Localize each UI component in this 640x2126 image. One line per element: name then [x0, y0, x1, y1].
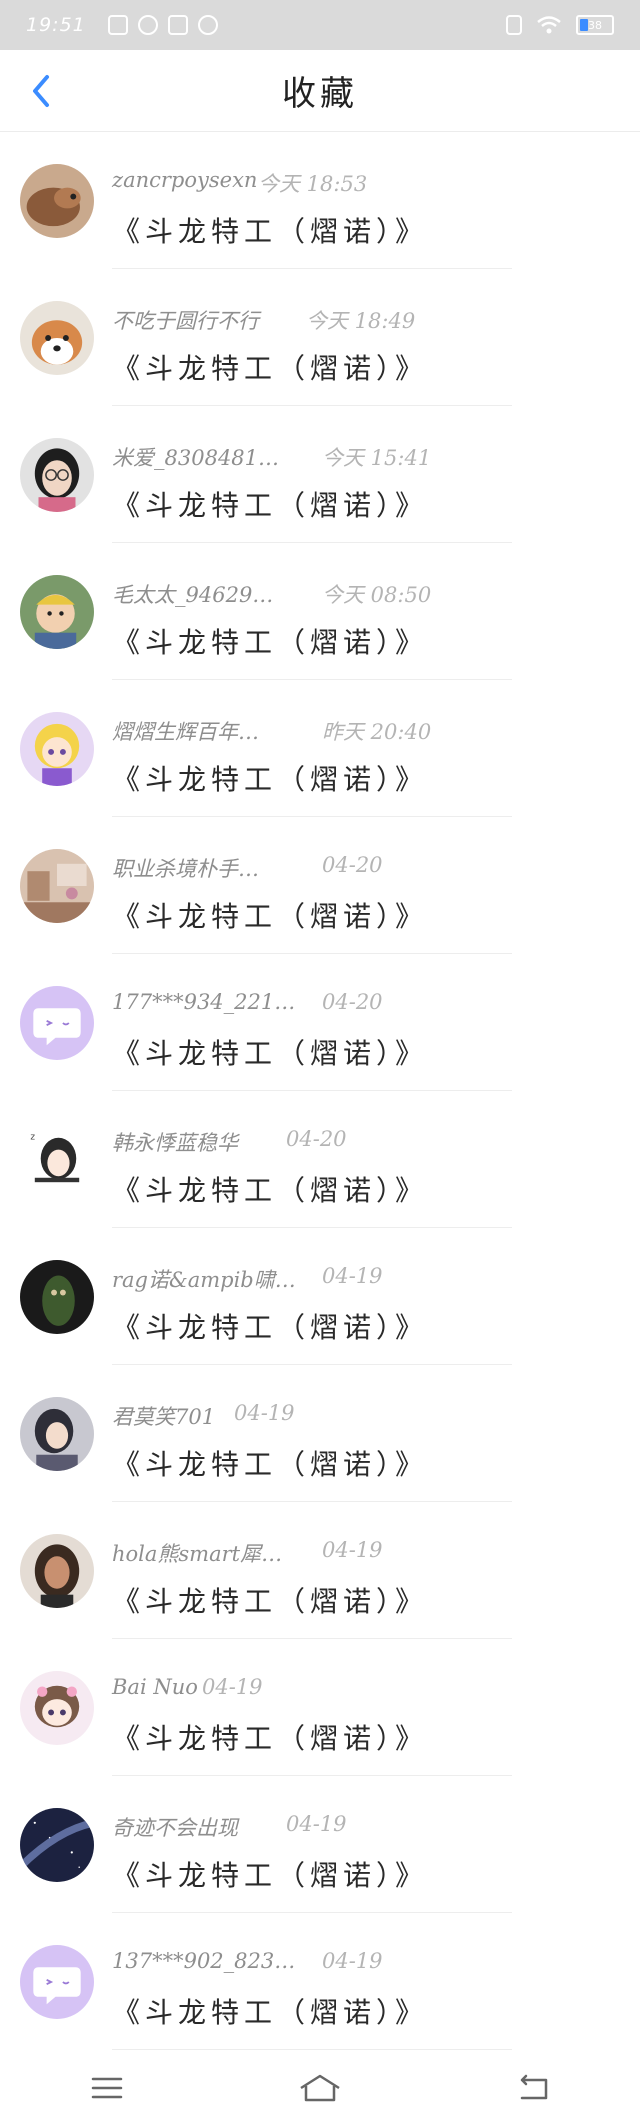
timestamp: 今天 18:49 [306, 309, 416, 333]
avatar[interactable] [20, 438, 94, 512]
user-name: hola熊smart犀… [112, 1542, 283, 1566]
favorite-title: 《斗龙特工（熠诺）》 [112, 1996, 429, 2029]
sim-icon [506, 15, 522, 35]
timestamp: 今天 08:50 [322, 583, 432, 607]
user-name: 韩永悸蓝稳华 [112, 1131, 238, 1155]
favorite-title: 《斗龙特工（熠诺）》 [112, 1037, 429, 1070]
home-icon [300, 2074, 340, 2102]
avatar[interactable] [20, 1945, 94, 2019]
avatar[interactable]: z [20, 1123, 94, 1197]
chevron-left-icon [33, 75, 49, 107]
user-name: 不吃于圆行不行 [112, 309, 259, 333]
svg-text:z: z [30, 1132, 35, 1142]
user-name: Bai Nuo [112, 1675, 198, 1699]
avatar[interactable] [20, 1397, 94, 1471]
list-item[interactable]: 奇迹不会出现 04-19 《斗龙特工（熠诺）》 [0, 1776, 640, 1913]
wechat-icon [137, 15, 158, 35]
favorite-title: 《斗龙特工（熠诺）》 [112, 626, 429, 659]
timestamp: 04-20 [322, 990, 383, 1014]
list-item[interactable]: 熠熠生辉百年… 昨天 20:40 《斗龙特工（熠诺）》 [0, 680, 640, 817]
battery-level: 38 [588, 18, 602, 32]
timestamp: 今天 18:53 [258, 172, 368, 196]
status-time: 19:51 [26, 14, 86, 36]
list-item[interactable]: 不吃于圆行不行 今天 18:49 《斗龙特工（熠诺）》 [0, 269, 640, 406]
user-name: 熠熠生辉百年… [112, 720, 259, 744]
favorite-title: 《斗龙特工（熠诺）》 [112, 900, 429, 933]
favorite-title: 《斗龙特工（熠诺）》 [112, 215, 429, 248]
user-name: zancrpoysexn [112, 168, 258, 192]
user-name: 米爱_8308481… [112, 446, 280, 470]
timestamp: 04-19 [322, 1264, 383, 1288]
user-name: 奇迹不会出现 [112, 1816, 238, 1840]
timestamp: 04-20 [322, 853, 383, 877]
list-item[interactable]: 君莫笑701 04-19 《斗龙特工（熠诺）》 [0, 1365, 640, 1502]
status-right: 38 [506, 15, 614, 35]
timestamp: 04-19 [322, 1949, 383, 1973]
list-item[interactable]: Bai Nuo 04-19 《斗龙特工（熠诺）》 [0, 1639, 640, 1776]
header: 收藏 [0, 50, 640, 132]
avatar[interactable] [20, 1808, 94, 1882]
user-name: 君莫笑701 [112, 1405, 216, 1429]
list-item[interactable]: z 韩永悸蓝稳华 04-20 《斗龙特工（熠诺）》 [0, 1091, 640, 1228]
gallery-icon [107, 15, 128, 35]
list-item[interactable]: hola熊smart犀… 04-19 《斗龙特工（熠诺）》 [0, 1502, 640, 1639]
avatar[interactable] [20, 849, 94, 923]
list-item[interactable]: rag诺&ampib啸… 04-19 《斗龙特工（熠诺）》 [0, 1228, 640, 1365]
favorite-title: 《斗龙特工（熠诺）》 [112, 1859, 429, 1892]
compass-icon [197, 15, 218, 35]
list-item[interactable]: 137***902_823… 04-19 《斗龙特工（熠诺）》 [0, 1913, 640, 2050]
back-button[interactable] [18, 68, 64, 114]
favorite-title: 《斗龙特工（熠诺）》 [112, 489, 429, 522]
back-icon [521, 2074, 548, 2100]
timestamp: 04-19 [202, 1675, 263, 1699]
user-name: rag诺&ampib啸… [112, 1268, 296, 1292]
favorite-title: 《斗龙特工（熠诺）》 [112, 1448, 429, 1481]
notification-icons [107, 15, 218, 35]
favorite-title: 《斗龙特工（熠诺）》 [112, 763, 429, 796]
page-title: 收藏 [282, 74, 358, 114]
avatar[interactable] [20, 301, 94, 375]
favorite-title: 《斗龙特工（熠诺）》 [112, 1174, 429, 1207]
system-back-button[interactable] [503, 2063, 563, 2113]
favorite-title: 《斗龙特工（熠诺）》 [112, 1722, 429, 1755]
home-button[interactable] [290, 2063, 350, 2113]
avatar[interactable] [20, 575, 94, 649]
favorites-list: zancrpoysexn 今天 18:53 《斗龙特工（熠诺）》 不吃于圆行不行 今天 … [0, 132, 640, 2050]
menu-icon [91, 2077, 122, 2099]
wifi-icon [537, 16, 561, 34]
avatar[interactable] [20, 1671, 94, 1745]
app-icon [167, 15, 188, 35]
battery-icon: 38 [576, 15, 614, 35]
favorite-title: 《斗龙特工（熠诺）》 [112, 352, 429, 385]
status-bar: 19:51 38 [0, 0, 640, 50]
timestamp: 04-20 [286, 1127, 347, 1151]
list-item[interactable]: 177***934_221… 04-20 《斗龙特工（熠诺）》 [0, 954, 640, 1091]
user-name: 137***902_823… [112, 1949, 296, 1973]
user-name: 职业杀境朴手… [112, 857, 259, 881]
system-nav-bar [0, 2050, 640, 2126]
list-item[interactable]: zancrpoysexn 今天 18:53 《斗龙特工（熠诺）》 [0, 132, 640, 269]
user-name: 177***934_221… [112, 990, 296, 1014]
avatar[interactable] [20, 712, 94, 786]
timestamp: 04-19 [234, 1401, 295, 1425]
user-name: 毛太太_94629… [112, 583, 274, 607]
avatar[interactable] [20, 986, 94, 1060]
timestamp: 今天 15:41 [322, 446, 432, 470]
timestamp: 04-19 [322, 1538, 383, 1562]
avatar[interactable] [20, 1534, 94, 1608]
avatar[interactable] [20, 164, 94, 238]
favorite-title: 《斗龙特工（熠诺）》 [112, 1311, 429, 1344]
menu-button[interactable] [77, 2063, 137, 2113]
list-item[interactable]: 毛太太_94629… 今天 08:50 《斗龙特工（熠诺）》 [0, 543, 640, 680]
avatar[interactable] [20, 1260, 94, 1334]
timestamp: 04-19 [286, 1812, 347, 1836]
list-item[interactable]: 职业杀境朴手… 04-20 《斗龙特工（熠诺）》 [0, 817, 640, 954]
favorite-title: 《斗龙特工（熠诺）》 [112, 1585, 429, 1618]
timestamp: 昨天 20:40 [322, 720, 432, 744]
list-item[interactable]: 米爱_8308481… 今天 15:41 《斗龙特工（熠诺）》 [0, 406, 640, 543]
